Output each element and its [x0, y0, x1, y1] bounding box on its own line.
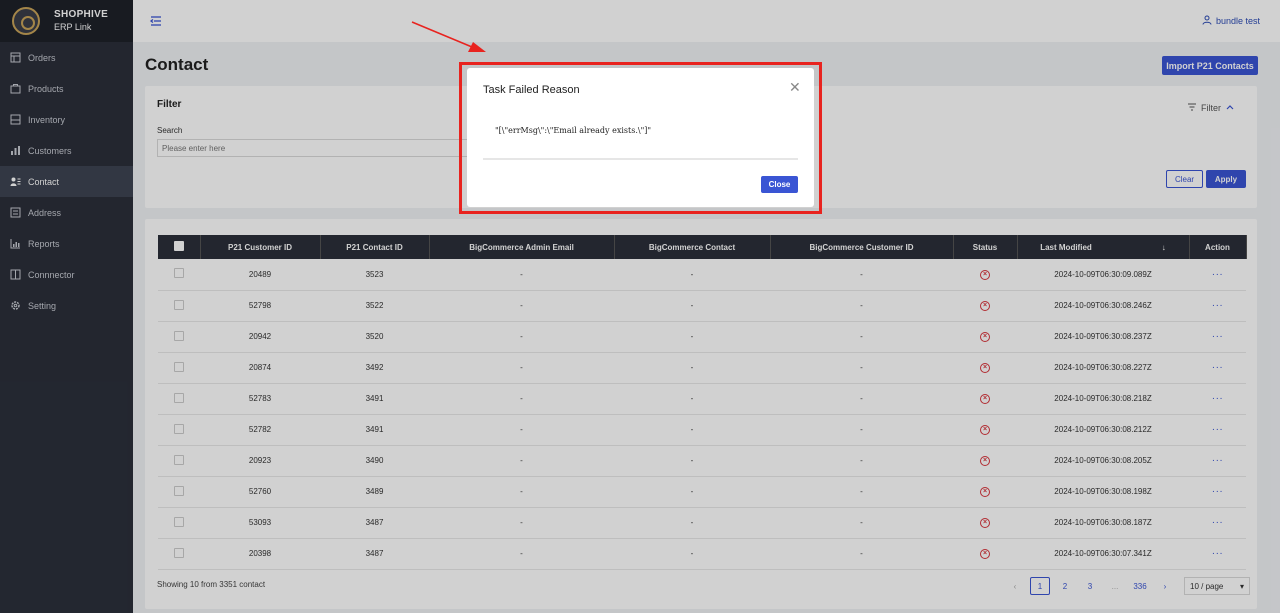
modal-divider	[483, 158, 798, 160]
modal-message: "[\"errMsg\":\"Email already exists.\"]"	[495, 126, 652, 135]
close-icon[interactable]: ✕	[789, 80, 801, 94]
task-failed-modal: Task Failed Reason ✕ "[\"errMsg\":\"Emai…	[467, 68, 814, 207]
close-button[interactable]: Close	[761, 176, 798, 193]
modal-title: Task Failed Reason	[483, 84, 580, 96]
